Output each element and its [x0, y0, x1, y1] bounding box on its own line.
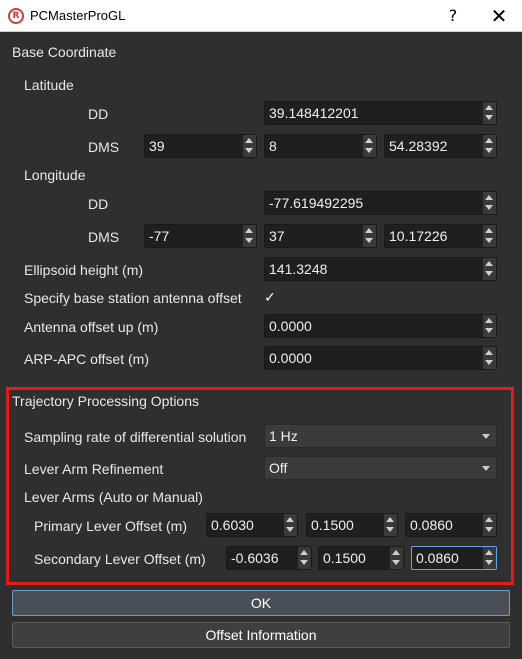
spin-arrows-icon[interactable] — [483, 225, 496, 247]
spin-arrows-icon[interactable] — [483, 192, 496, 214]
spin-arrows-icon[interactable] — [483, 514, 496, 536]
secondary-lever-x-value: -0.6036 — [231, 550, 279, 566]
lever-arm-refinement-value: Off — [269, 460, 288, 476]
longitude-dd-input[interactable]: -77.619492295 — [264, 191, 497, 215]
close-button[interactable]: ✕ — [476, 0, 522, 32]
spin-arrows-icon[interactable] — [483, 547, 496, 569]
arp-apc-offset-input[interactable]: 0.0000 — [264, 346, 497, 370]
latitude-dms-seconds-value: 54.28392 — [389, 138, 448, 154]
latitude-dms-seconds-input[interactable]: 54.28392 — [384, 134, 497, 158]
sampling-rate-select[interactable]: 1 Hz — [264, 424, 497, 448]
specify-offset-label: Specify base station antenna offset — [24, 290, 242, 306]
spin-arrows-icon[interactable] — [363, 225, 376, 247]
longitude-dd-label: DD — [88, 196, 109, 212]
spin-arrows-icon[interactable] — [483, 347, 496, 369]
primary-lever-z-input[interactable]: 0.0860 — [405, 513, 497, 537]
ellipsoid-height-label: Ellipsoid height (m) — [24, 262, 144, 278]
antenna-offset-up-label: Antenna offset up (m) — [24, 319, 159, 335]
primary-lever-z-value: 0.0860 — [410, 517, 453, 533]
latitude-dd-input[interactable]: 39.148412201 — [264, 101, 497, 125]
arp-apc-offset-label: ARP-APC offset (m) — [24, 351, 149, 367]
latitude-dd-value: 39.148412201 — [269, 105, 359, 121]
latitude-dms-minutes-input[interactable]: 8 — [264, 134, 377, 158]
longitude-label: Longitude — [24, 167, 86, 183]
primary-lever-x-value: 0.6030 — [211, 517, 254, 533]
lever-arms-label: Lever Arms (Auto or Manual) — [24, 489, 203, 505]
spin-arrows-icon[interactable] — [483, 135, 496, 157]
spin-arrows-icon[interactable] — [298, 547, 311, 569]
secondary-lever-y-input[interactable]: 0.1500 — [318, 546, 404, 570]
primary-lever-y-input[interactable]: 0.1500 — [306, 513, 398, 537]
ellipsoid-height-input[interactable]: 141.3248 — [264, 257, 497, 281]
spin-arrows-icon[interactable] — [483, 102, 496, 124]
ellipsoid-height-value: 141.3248 — [269, 261, 328, 277]
longitude-dms-seconds-input[interactable]: 10.17226 — [384, 224, 497, 248]
latitude-dms-minutes-value: 8 — [269, 138, 277, 154]
window-title: PCMasterProGL — [30, 8, 126, 23]
longitude-dd-value: -77.619492295 — [269, 195, 364, 211]
secondary-lever-z-input[interactable]: 0.0860 — [411, 546, 497, 570]
secondary-lever-offset-label: Secondary Lever Offset (m) — [34, 551, 206, 567]
latitude-dd-label: DD — [88, 106, 109, 122]
longitude-dms-label: DMS — [88, 229, 120, 245]
primary-lever-x-input[interactable]: 0.6030 — [206, 513, 298, 537]
lever-arm-refinement-select[interactable]: Off — [264, 456, 497, 480]
secondary-lever-z-value: 0.0860 — [416, 550, 459, 566]
antenna-offset-up-value: 0.0000 — [269, 318, 312, 334]
latitude-dms-degrees-input[interactable]: 39 — [144, 134, 257, 158]
spin-arrows-icon[interactable] — [483, 258, 496, 280]
latitude-dms-label: DMS — [88, 139, 120, 155]
primary-lever-offset-label: Primary Lever Offset (m) — [34, 518, 187, 534]
lever-arm-refinement-label: Lever Arm Refinement — [24, 461, 164, 477]
longitude-dms-seconds-value: 10.17226 — [389, 228, 448, 244]
latitude-label: Latitude — [24, 77, 74, 93]
chevron-down-icon — [482, 466, 490, 471]
specify-offset-checkbox[interactable]: ✓ — [262, 290, 278, 306]
sampling-rate-value: 1 Hz — [269, 428, 298, 444]
base-coordinate-title: Base Coordinate — [12, 44, 117, 60]
longitude-dms-minutes-input[interactable]: 37 — [264, 224, 377, 248]
spin-arrows-icon[interactable] — [243, 135, 256, 157]
help-button[interactable]: ? — [430, 0, 476, 32]
sampling-rate-label: Sampling rate of differential solution — [24, 429, 247, 445]
spin-arrows-icon[interactable] — [243, 225, 256, 247]
chevron-down-icon — [482, 434, 490, 439]
spin-arrows-icon[interactable] — [483, 315, 496, 337]
spin-arrows-icon[interactable] — [363, 135, 376, 157]
offset-information-button[interactable]: Offset Information — [12, 622, 510, 648]
longitude-dms-degrees-value: -77 — [149, 228, 170, 244]
trajectory-options-title: Trajectory Processing Options — [12, 393, 199, 409]
secondary-lever-y-value: 0.1500 — [323, 550, 366, 566]
spin-arrows-icon[interactable] — [284, 514, 297, 536]
latitude-dms-degrees-value: 39 — [149, 138, 165, 154]
title-bar: R PCMasterProGL ? ✕ — [0, 0, 522, 32]
app-logo-icon: R — [8, 8, 24, 24]
primary-lever-y-value: 0.1500 — [311, 517, 354, 533]
longitude-dms-minutes-value: 37 — [269, 228, 285, 244]
secondary-lever-x-input[interactable]: -0.6036 — [226, 546, 312, 570]
arp-apc-offset-value: 0.0000 — [269, 350, 312, 366]
antenna-offset-up-input[interactable]: 0.0000 — [264, 314, 497, 338]
spin-arrows-icon[interactable] — [384, 514, 397, 536]
longitude-dms-degrees-input[interactable]: -77 — [144, 224, 257, 248]
spin-arrows-icon[interactable] — [390, 547, 403, 569]
ok-button[interactable]: OK — [12, 590, 510, 616]
